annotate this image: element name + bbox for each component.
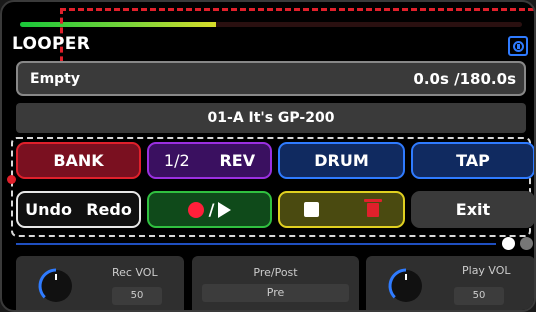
divider	[16, 243, 496, 245]
exit-button[interactable]: Exit	[411, 191, 534, 228]
looper-screen: LOOPER Empty 0.0s /180.0s 01-A It's GP-2…	[0, 0, 536, 312]
annotation-side-dot	[7, 175, 16, 184]
record-play-button[interactable]: /	[147, 191, 272, 228]
loop-status-bar: Empty 0.0s /180.0s	[16, 61, 526, 96]
reverse-label: REV	[219, 151, 256, 170]
loop-time: 0.0s /180.0s	[413, 70, 516, 88]
bank-button[interactable]: BANK	[16, 142, 141, 179]
play-vol-knob[interactable]	[386, 266, 426, 306]
bank-label: BANK	[53, 151, 104, 170]
undo-redo-button[interactable]: Undo Redo	[16, 191, 141, 228]
pre-post-label: Pre/Post	[253, 266, 298, 279]
page-indicator-active[interactable]	[502, 237, 515, 250]
tap-label: TAP	[456, 151, 490, 170]
looper-mode-icon[interactable]	[508, 36, 528, 56]
record-icon	[187, 201, 204, 218]
input-level-meter	[20, 22, 522, 27]
annotation-dashed-line	[60, 8, 534, 11]
redo-label: Redo	[86, 200, 132, 219]
record-play-separator: /	[208, 200, 215, 219]
stop-icon	[304, 202, 319, 217]
drum-button[interactable]: DRUM	[278, 142, 405, 179]
loop-state: Empty	[30, 71, 80, 87]
exit-label: Exit	[455, 200, 491, 219]
play-icon	[218, 201, 232, 218]
stop-delete-button[interactable]	[278, 191, 405, 228]
page-indicator-inactive[interactable]	[520, 237, 533, 250]
undo-label: Undo	[25, 200, 72, 219]
rec-vol-value[interactable]: 50	[112, 287, 162, 305]
play-vol-label: Play VOL	[462, 264, 511, 277]
half-rev-button[interactable]: 1/2 REV	[147, 142, 272, 179]
rec-vol-knob[interactable]	[36, 266, 76, 306]
preset-name: 01-A It's GP-200	[16, 103, 526, 133]
trash-icon	[364, 198, 382, 217]
pre-post-value[interactable]: Pre	[202, 284, 349, 302]
input-level-fill	[20, 22, 216, 27]
play-vol-value[interactable]: 50	[454, 287, 504, 305]
rec-vol-panel: Rec VOL 50	[16, 256, 184, 310]
pre-post-panel: Pre/Post Pre	[192, 256, 359, 310]
half-speed-label: 1/2	[163, 151, 190, 170]
rec-vol-label: Rec VOL	[112, 266, 158, 279]
tap-button[interactable]: TAP	[411, 142, 534, 179]
page-title: LOOPER	[12, 34, 91, 54]
drum-label: DRUM	[314, 151, 369, 170]
play-vol-panel: Play VOL 50	[366, 256, 534, 310]
